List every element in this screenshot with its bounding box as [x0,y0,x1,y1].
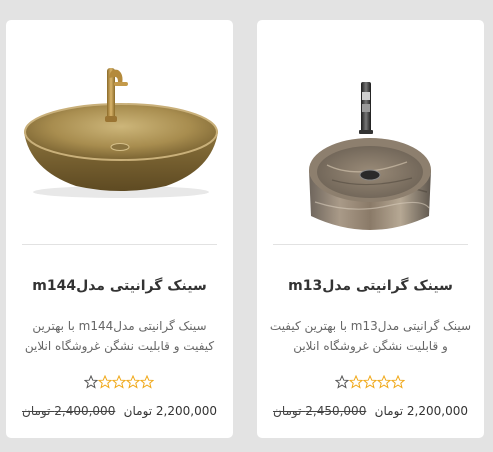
star-icon [97,375,113,389]
product-description: سینک گرانیتی مدلm144 با بهترین کیفیت و ق… [24,319,215,353]
product-image[interactable] [6,20,233,245]
old-price: 2,450,000 تومان [273,404,367,418]
star-rating [84,375,154,389]
product-image[interactable] [257,20,484,245]
star-icon [376,375,392,389]
star-icon [362,375,378,389]
product-title[interactable]: سینک گرانیتی مدلm13 [265,278,476,294]
current-price: 2,200,000 تومان [123,404,217,418]
current-price: 2,200,000 تومان [374,404,468,418]
star-icon [390,375,405,389]
star-rating [335,375,405,389]
product-description: سینک گرانیتی مدلm13 با بهترین کیفیت و قا… [269,319,472,353]
product-card[interactable]: سینک گرانیتی مدلm13 سینک گرانیتی مدلm13 … [257,20,484,438]
star-icon [139,375,154,389]
star-icon [111,375,127,389]
star-icon [84,375,99,389]
product-card[interactable]: سینک گرانیتی مدلm144 سینک گرانیتی مدلm14… [6,20,233,438]
star-icon [125,375,141,389]
divider [273,244,468,245]
star-icon [348,375,364,389]
star-icon [335,375,350,389]
divider [22,244,217,245]
gold-oval-basin-sink-icon [24,68,218,198]
marble-round-basin-sink-icon [309,82,431,230]
old-price: 2,400,000 تومان [22,404,116,418]
product-title[interactable]: سینک گرانیتی مدلm144 [14,278,225,294]
